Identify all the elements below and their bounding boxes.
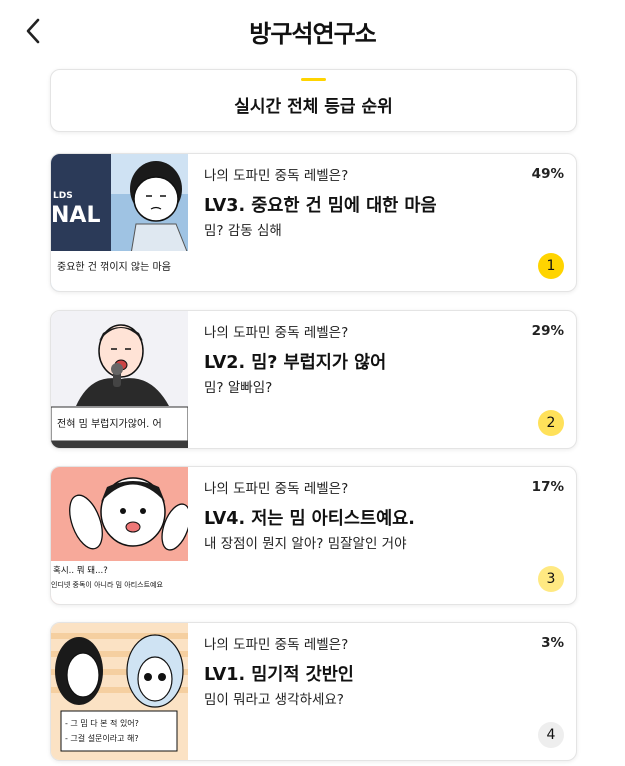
rank-badge: 4 [538,722,564,748]
rank-badge: 1 [538,253,564,279]
ranking-title-card: 실시간 전체 등급 순위 [50,69,577,132]
result-question: 나의 도파민 중독 레벨은? [204,168,349,184]
result-card-4[interactable]: - 그 밈 다 본 적 있어? - 그걸 설문이라고 해? 나의 도파민 중독 … [50,622,577,761]
result-percent: 29% [531,323,564,339]
result-subtitle: 밈? 알빠임? [204,380,273,396]
rank-badge: 3 [538,566,564,592]
thumb-caption-1: - 그 밈 다 본 적 있어? [65,718,139,728]
result-question: 나의 도파민 중독 레벨은? [204,481,349,497]
result-thumbnail-4: - 그 밈 다 본 적 있어? - 그걸 설문이라고 해? [51,623,188,760]
rank-badge: 2 [538,410,564,436]
result-card-2[interactable]: 전혀 밈 부럽지가않어. 어 나의 도파민 중독 레벨은? 29% LV2. 밈… [50,310,577,449]
result-subtitle: 내 장점이 뭔지 알아? 밈잘알인 거야 [204,536,407,552]
thumb-caption-1: 혹시.. 뭐 돼...? [53,565,108,576]
result-thumbnail-1: LDS NAL 중요한 건 꺾이지 않는 마음 [51,154,188,291]
result-percent: 49% [531,166,564,182]
thumb-text-small: LDS [53,191,73,201]
thumb-caption: 중요한 건 꺾이지 않는 마음 [57,261,171,273]
app-logo: 방구석연구소 [249,20,376,48]
result-question: 나의 도파민 중독 레벨은? [204,325,349,341]
thumb-caption-2: 인디넷 중독이 아니라 밈 아티스트예요 [51,580,163,589]
result-question: 나의 도파민 중독 레벨은? [204,637,349,653]
thumb-text: NAL [51,203,100,228]
thumb-caption-2: - 그걸 설문이라고 해? [65,733,139,743]
result-thumbnail-2: 전혀 밈 부럽지가않어. 어 [51,311,188,448]
result-subtitle: 밈? 감동 심해 [204,223,282,239]
result-card-1[interactable]: LDS NAL 중요한 건 꺾이지 않는 마음 나의 도파민 중독 레벨은? 4… [50,153,577,292]
thumb-caption: 전혀 밈 부럽지가않어. 어 [57,418,162,430]
app-header: 방구석연구소 [0,0,625,62]
result-percent: 3% [541,635,564,651]
result-card-3[interactable]: 혹시.. 뭐 돼...? 인디넷 중독이 아니라 밈 아티스트예요 나의 도파민… [50,466,577,605]
result-level-title: LV3. 중요한 건 밈에 대한 마음 [204,196,437,216]
result-level-title: LV2. 밈? 부럽지가 않어 [204,353,387,373]
result-level-title: LV4. 저는 밈 아티스트예요. [204,509,415,529]
result-level-title: LV1. 밈기적 갓반인 [204,665,354,685]
result-thumbnail-3: 혹시.. 뭐 돼...? 인디넷 중독이 아니라 밈 아티스트예요 [51,467,188,604]
result-subtitle: 밈이 뭐라고 생각하세요? [204,692,344,708]
page-title: 실시간 전체 등급 순위 [234,97,393,117]
title-accent-bar [301,78,326,81]
result-percent: 17% [531,479,564,495]
